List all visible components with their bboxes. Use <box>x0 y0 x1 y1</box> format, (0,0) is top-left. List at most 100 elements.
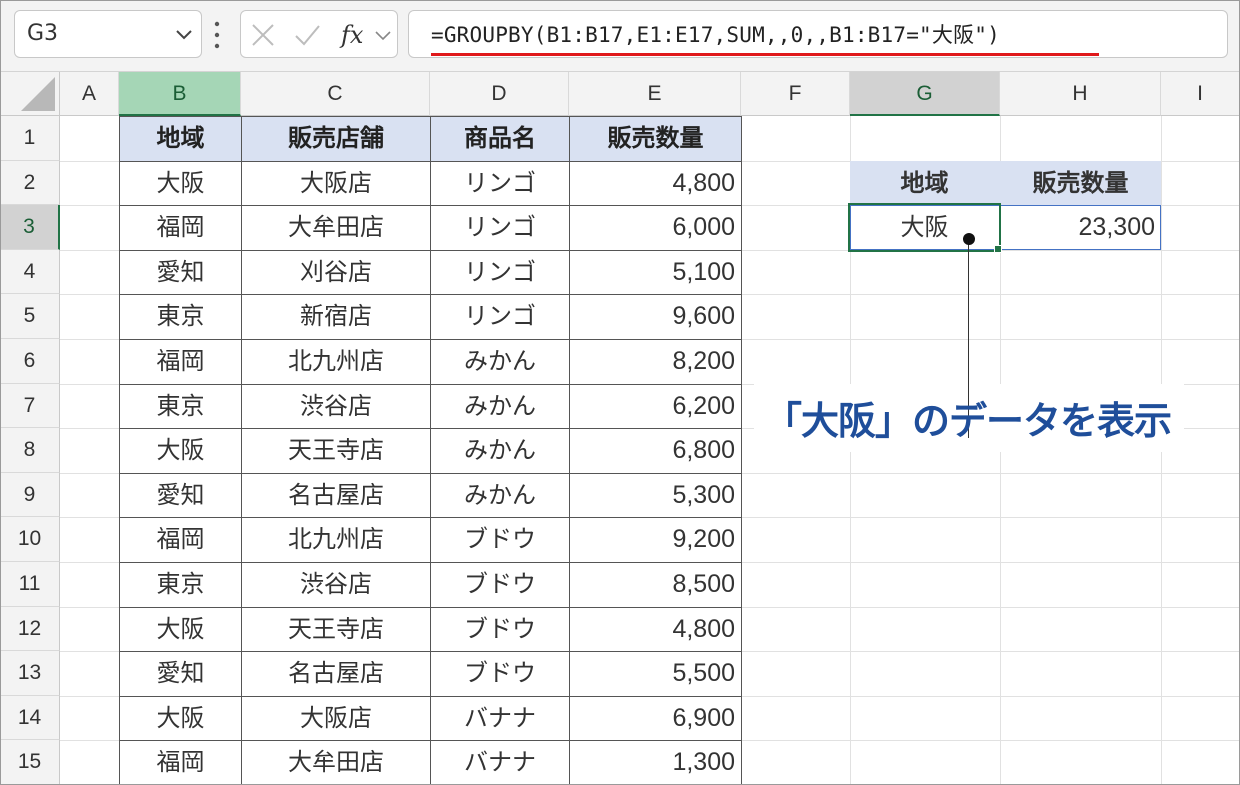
table-cell-store[interactable]: 名古屋店 <box>242 652 430 696</box>
column-header-d[interactable]: D <box>430 72 569 116</box>
table-cell-product[interactable]: みかん <box>431 429 569 473</box>
table-cell-quantity[interactable]: 9,200 <box>570 518 741 562</box>
table-cell-quantity[interactable]: 1,300 <box>570 741 741 785</box>
table-cell-product[interactable]: ブドウ <box>431 563 569 607</box>
column-header-a[interactable]: A <box>60 72 119 116</box>
row-header-7[interactable]: 7 <box>0 383 60 429</box>
table-cell-region[interactable]: 愛知 <box>120 474 241 518</box>
table-cell-region[interactable]: 大阪 <box>120 162 241 206</box>
table-cell-region[interactable]: 福岡 <box>120 741 241 785</box>
table-cell-product[interactable]: バナナ <box>431 697 569 741</box>
table-cell-quantity[interactable]: 6,800 <box>570 429 741 473</box>
column-header-b[interactable]: B <box>119 72 241 116</box>
formula-text[interactable]: =GROUPBY(B1:B17,E1:E17,SUM,,0,,B1:B17="大… <box>431 19 1000 49</box>
column-header-h[interactable]: H <box>1000 72 1161 116</box>
column-header-g[interactable]: G <box>850 72 1000 116</box>
table-cell-product[interactable]: ブドウ <box>431 608 569 652</box>
chevron-down-icon[interactable] <box>373 21 393 49</box>
chevron-down-icon[interactable] <box>173 23 195 45</box>
more-options-icon[interactable] <box>212 18 222 52</box>
row-header-12[interactable]: 12 <box>0 606 60 652</box>
column-header-c[interactable]: C <box>241 72 430 116</box>
name-box[interactable]: G3 <box>14 10 202 58</box>
table-cell-region[interactable]: 福岡 <box>120 206 241 250</box>
table-border-h <box>119 517 742 519</box>
row-header-15[interactable]: 15 <box>0 740 60 785</box>
table-cell-quantity[interactable]: 4,800 <box>570 608 741 652</box>
table-header-product[interactable]: 商品名 <box>431 117 569 161</box>
row-header-3[interactable]: 3 <box>0 205 60 250</box>
table-cell-product[interactable]: リンゴ <box>431 162 569 206</box>
table-cell-product[interactable]: みかん <box>431 474 569 518</box>
table-cell-store[interactable]: 大牟田店 <box>242 206 430 250</box>
table-cell-store[interactable]: 大牟田店 <box>242 741 430 785</box>
table-cell-store[interactable]: 天王寺店 <box>242 608 430 652</box>
table-cell-quantity[interactable]: 5,300 <box>570 474 741 518</box>
table-cell-quantity[interactable]: 8,200 <box>570 340 741 384</box>
table-cell-region[interactable]: 福岡 <box>120 340 241 384</box>
row-header-10[interactable]: 10 <box>0 517 60 562</box>
table-header-region[interactable]: 地域 <box>120 117 241 161</box>
table-cell-store[interactable]: 渋谷店 <box>242 563 430 607</box>
table-cell-region[interactable]: 東京 <box>120 563 241 607</box>
formula-input[interactable]: =GROUPBY(B1:B17,E1:E17,SUM,,0,,B1:B17="大… <box>408 10 1228 58</box>
result-header-region[interactable]: 地域 <box>850 161 999 205</box>
row-header-14[interactable]: 14 <box>0 695 60 741</box>
table-cell-quantity[interactable]: 6,000 <box>570 206 741 250</box>
table-cell-region[interactable]: 愛知 <box>120 652 241 696</box>
table-cell-quantity[interactable]: 9,600 <box>570 295 741 339</box>
row-header-2[interactable]: 2 <box>0 160 60 206</box>
table-cell-quantity[interactable]: 5,100 <box>570 251 741 295</box>
table-cell-product[interactable]: リンゴ <box>431 295 569 339</box>
table-cell-region[interactable]: 東京 <box>120 385 241 429</box>
table-cell-store[interactable]: 渋谷店 <box>242 385 430 429</box>
row-header-11[interactable]: 11 <box>0 562 60 607</box>
table-cell-product[interactable]: みかん <box>431 340 569 384</box>
row-header-6[interactable]: 6 <box>0 339 60 384</box>
table-cell-store[interactable]: 北九州店 <box>242 340 430 384</box>
table-cell-region[interactable]: 大阪 <box>120 608 241 652</box>
table-cell-quantity[interactable]: 6,200 <box>570 385 741 429</box>
row-header-8[interactable]: 8 <box>0 428 60 473</box>
column-header-e[interactable]: E <box>569 72 741 116</box>
table-cell-store[interactable]: 北九州店 <box>242 518 430 562</box>
table-cell-region[interactable]: 愛知 <box>120 251 241 295</box>
result-quantity-cell[interactable]: 23,300 <box>1000 205 1161 250</box>
table-cell-quantity[interactable]: 5,500 <box>570 652 741 696</box>
column-header-i[interactable]: I <box>1161 72 1240 116</box>
row-header-13[interactable]: 13 <box>0 651 60 696</box>
table-cell-region[interactable]: 東京 <box>120 295 241 339</box>
table-cell-product[interactable]: ブドウ <box>431 652 569 696</box>
check-icon[interactable] <box>293 21 321 49</box>
row-header-5[interactable]: 5 <box>0 294 60 339</box>
table-cell-quantity[interactable]: 8,500 <box>570 563 741 607</box>
table-cell-store[interactable]: 天王寺店 <box>242 429 430 473</box>
row-header-4[interactable]: 4 <box>0 249 60 295</box>
result-header-quantity[interactable]: 販売数量 <box>1000 161 1161 205</box>
row-header-1[interactable]: 1 <box>0 116 60 161</box>
table-border-v <box>430 116 431 785</box>
fx-icon[interactable]: fx <box>339 21 373 49</box>
table-cell-store[interactable]: 大阪店 <box>242 697 430 741</box>
column-header-f[interactable]: F <box>741 72 850 116</box>
table-cell-product[interactable]: リンゴ <box>431 206 569 250</box>
table-cell-product[interactable]: リンゴ <box>431 251 569 295</box>
fill-handle[interactable] <box>994 245 1002 253</box>
table-cell-quantity[interactable]: 4,800 <box>570 162 741 206</box>
table-header-store[interactable]: 販売店舗 <box>242 117 430 161</box>
table-cell-product[interactable]: ブドウ <box>431 518 569 562</box>
table-cell-store[interactable]: 名古屋店 <box>242 474 430 518</box>
table-cell-store[interactable]: 新宿店 <box>242 295 430 339</box>
row-header-9[interactable]: 9 <box>0 472 60 518</box>
table-cell-product[interactable]: みかん <box>431 385 569 429</box>
select-all-button[interactable] <box>0 72 60 116</box>
table-cell-region[interactable]: 大阪 <box>120 697 241 741</box>
table-cell-region[interactable]: 大阪 <box>120 429 241 473</box>
table-cell-region[interactable]: 福岡 <box>120 518 241 562</box>
close-icon[interactable] <box>249 21 277 49</box>
table-cell-quantity[interactable]: 6,900 <box>570 697 741 741</box>
table-cell-store[interactable]: 大阪店 <box>242 162 430 206</box>
table-header-quantity[interactable]: 販売数量 <box>570 117 741 161</box>
table-cell-store[interactable]: 刈谷店 <box>242 251 430 295</box>
table-cell-product[interactable]: バナナ <box>431 741 569 785</box>
